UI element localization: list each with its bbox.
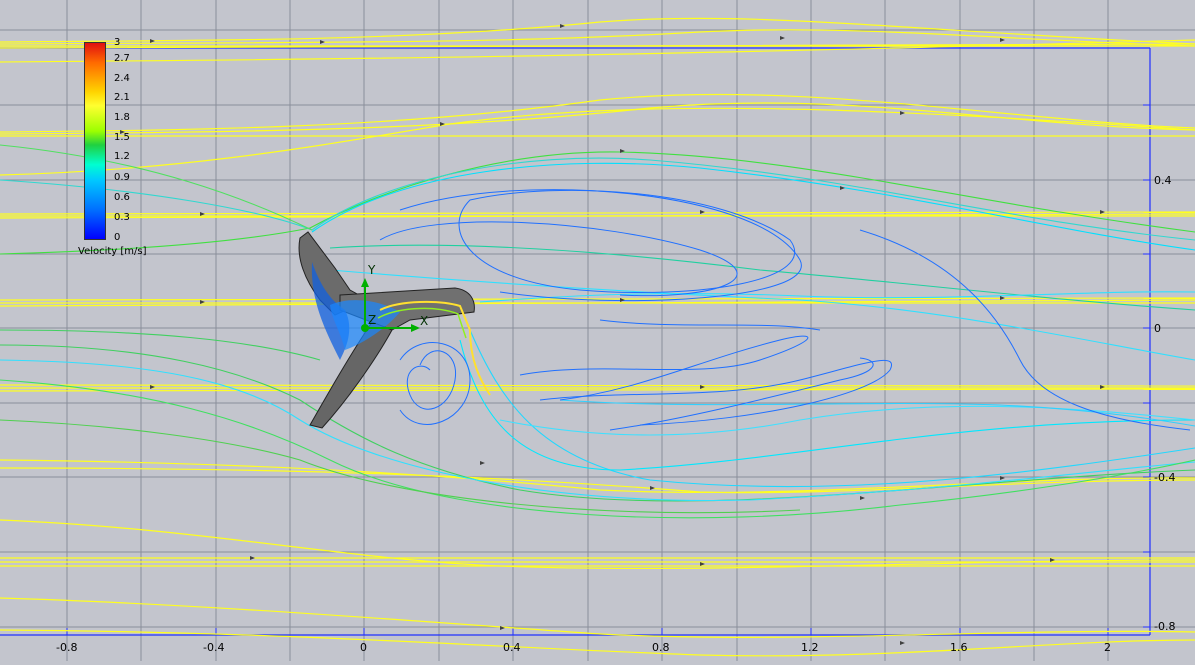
legend-tick: 0 <box>114 232 121 243</box>
legend-tick: 2.4 <box>114 73 130 84</box>
legend-tick: 3 <box>114 37 121 48</box>
legend-tick: 1.5 <box>114 132 130 143</box>
x-tick-label: 0.8 <box>652 641 670 654</box>
legend-tick: 0.9 <box>114 172 130 183</box>
y-tick-label: -0.4 <box>1154 471 1175 484</box>
x-tick-label: 0.4 <box>503 641 521 654</box>
triad-z-label: Z <box>368 313 376 327</box>
legend-tick: 2.1 <box>114 92 130 103</box>
cfd-viewport[interactable]: Y X Z -0.8 -0.4 0 0.4 0.8 1.2 1.6 2 0.4 … <box>0 0 1195 661</box>
color-scale-bar <box>84 42 106 240</box>
x-tick-label: -0.8 <box>56 641 77 654</box>
y-tick-label: -0.8 <box>1154 620 1175 633</box>
blade-geometry <box>298 231 491 429</box>
legend-tick: 1.8 <box>114 112 130 123</box>
x-tick-label: -0.4 <box>203 641 224 654</box>
y-tick-label: 0.4 <box>1154 174 1172 187</box>
x-tick-label: 1.6 <box>950 641 968 654</box>
legend-tick: 0.3 <box>114 212 130 223</box>
x-tick-label: 1.2 <box>801 641 819 654</box>
legend-tick: 0.6 <box>114 192 130 203</box>
x-tick-label: 0 <box>360 641 367 654</box>
x-tick-label: 2 <box>1104 641 1111 654</box>
legend-title: Velocity [m/s] <box>78 246 147 257</box>
legend-tick: 2.7 <box>114 53 130 64</box>
triad-x-label: X <box>420 314 428 328</box>
velocity-legend: 3 2.7 2.4 2.1 1.8 1.5 1.2 0.9 0.6 0.3 0 … <box>78 38 198 268</box>
y-tick-label: 0 <box>1154 322 1161 335</box>
triad-y-label: Y <box>367 263 376 277</box>
legend-tick: 1.2 <box>114 151 130 162</box>
recirculation-streamlines <box>379 189 1191 431</box>
axis-labels: -0.8 -0.4 0 0.4 0.8 1.2 1.6 2 0.4 0 -0.4… <box>56 174 1175 654</box>
